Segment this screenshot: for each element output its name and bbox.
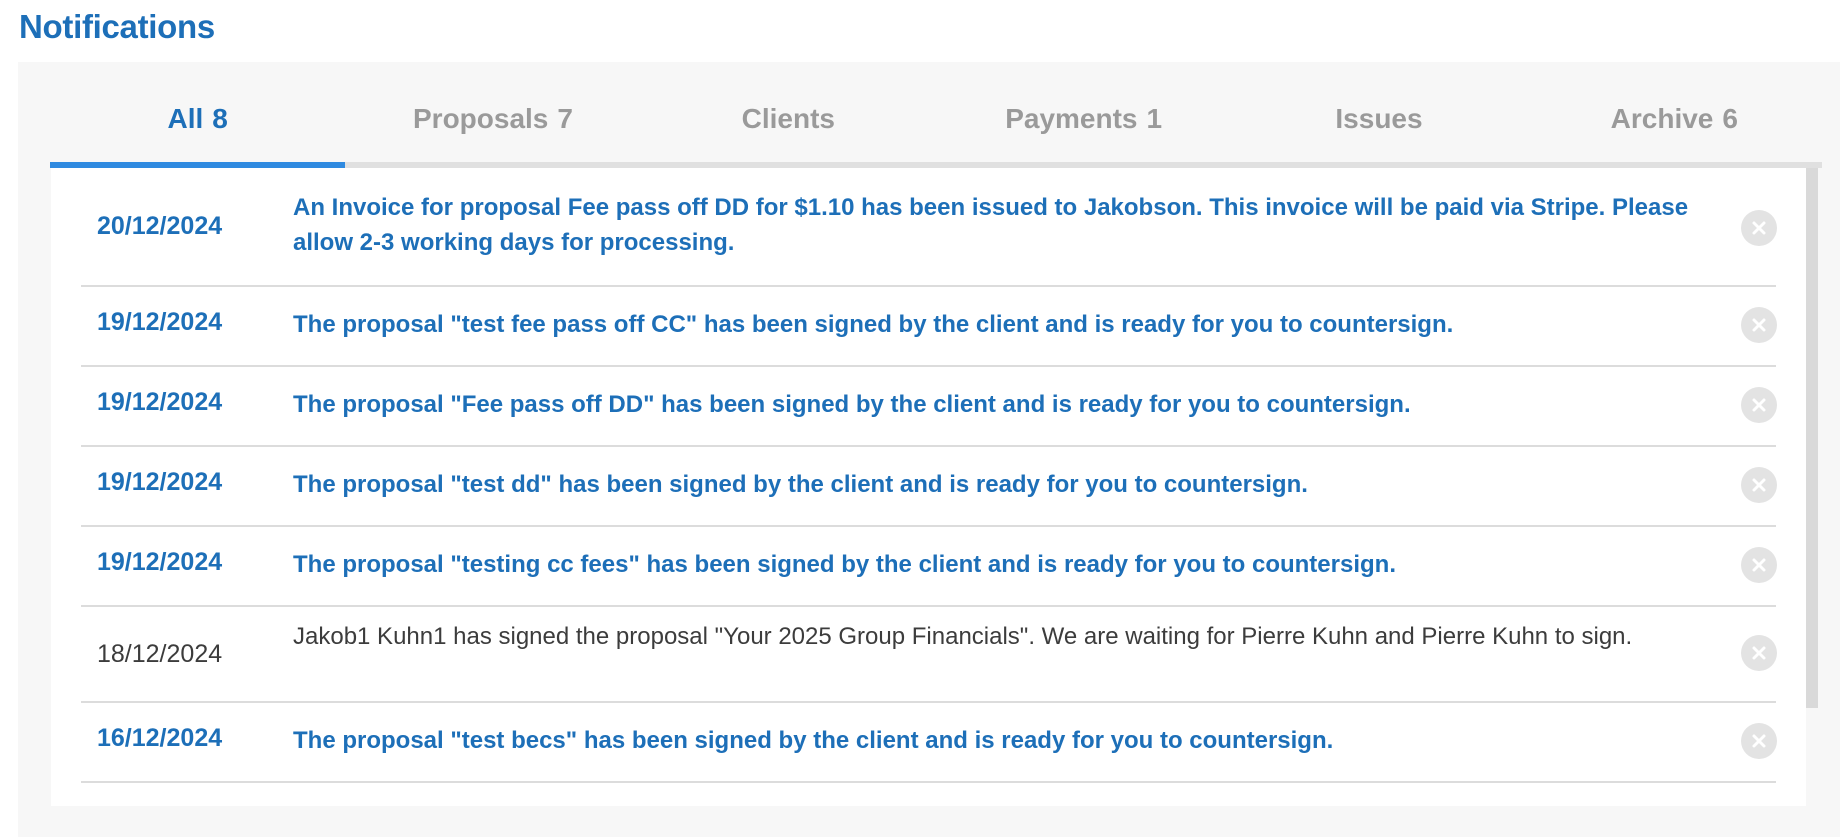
close-icon[interactable] bbox=[1741, 723, 1777, 759]
notification-message: The proposal "Fee pass off DD" has been … bbox=[293, 391, 1411, 418]
tab-label: Issues bbox=[1335, 103, 1423, 134]
notification-date: 16/12/2024 bbox=[97, 724, 223, 752]
tab-bar: All 8 Proposals 7 Clients Payments 1 Issues… bbox=[50, 62, 1822, 168]
page-title: Notifications bbox=[19, 8, 215, 45]
notification-row[interactable]: 18/12/2024 Jakob1 Kuhn1 has signed the p… bbox=[81, 607, 1777, 703]
scrollbar[interactable] bbox=[1806, 168, 1818, 708]
close-icon[interactable] bbox=[1741, 547, 1777, 583]
notification-date: 19/12/2024 bbox=[97, 548, 223, 576]
notification-message: The proposal "testing cc fees" has been … bbox=[293, 551, 1396, 578]
tab-label: Proposals bbox=[413, 103, 549, 134]
tab-label: All bbox=[167, 103, 204, 134]
notification-date: 19/12/2024 bbox=[97, 468, 223, 496]
close-icon[interactable] bbox=[1741, 467, 1777, 503]
tab-label: Archive bbox=[1610, 103, 1714, 134]
tab-clients[interactable]: Clients bbox=[641, 62, 936, 168]
notification-message: An Invoice for proposal Fee pass off DD … bbox=[293, 194, 1689, 256]
notification-row[interactable]: 19/12/2024 The proposal "testing cc fees… bbox=[81, 527, 1777, 607]
close-icon[interactable] bbox=[1741, 387, 1777, 423]
close-icon[interactable] bbox=[1741, 210, 1777, 246]
close-icon[interactable] bbox=[1741, 635, 1777, 671]
notification-date: 18/12/2024 bbox=[97, 640, 223, 668]
tab-all[interactable]: All 8 bbox=[50, 62, 346, 168]
tab-proposals[interactable]: Proposals 7 bbox=[345, 62, 640, 168]
notification-date: 19/12/2024 bbox=[97, 388, 223, 416]
tab-count: 8 bbox=[212, 103, 228, 134]
notification-row[interactable]: 19/12/2024 The proposal "test fee pass o… bbox=[81, 287, 1777, 367]
tab-issues[interactable]: Issues bbox=[1231, 62, 1526, 168]
tab-archive[interactable]: Archive 6 bbox=[1527, 62, 1822, 168]
notification-list: 20/12/2024 An Invoice for proposal Fee p… bbox=[51, 168, 1806, 806]
tab-label: Clients bbox=[741, 103, 835, 134]
notification-message: Jakob1 Kuhn1 has signed the proposal "Yo… bbox=[293, 623, 1633, 650]
notification-row[interactable]: 16/12/2024 The proposal "test becs" has … bbox=[81, 703, 1777, 783]
close-icon[interactable] bbox=[1741, 307, 1777, 343]
notifications-panel: All 8 Proposals 7 Clients Payments 1 Issues… bbox=[18, 62, 1840, 837]
notification-row[interactable]: 19/12/2024 The proposal "test dd" has be… bbox=[81, 447, 1777, 527]
notification-date: 20/12/2024 bbox=[97, 212, 223, 240]
tab-payments[interactable]: Payments 1 bbox=[936, 62, 1231, 168]
notification-message: The proposal "test fee pass off CC" has … bbox=[293, 311, 1454, 338]
notification-date: 19/12/2024 bbox=[97, 308, 223, 336]
tab-count: 7 bbox=[557, 103, 573, 134]
tab-label: Payments bbox=[1005, 103, 1138, 134]
tab-count: 6 bbox=[1722, 103, 1738, 134]
notification-message: The proposal "test dd" has been signed b… bbox=[293, 471, 1308, 498]
notification-message: The proposal "test becs" has been signed… bbox=[293, 727, 1334, 754]
notification-row[interactable]: 20/12/2024 An Invoice for proposal Fee p… bbox=[81, 168, 1777, 287]
tab-count: 1 bbox=[1146, 103, 1163, 134]
notification-row[interactable]: 19/12/2024 The proposal "Fee pass off DD… bbox=[81, 367, 1777, 447]
